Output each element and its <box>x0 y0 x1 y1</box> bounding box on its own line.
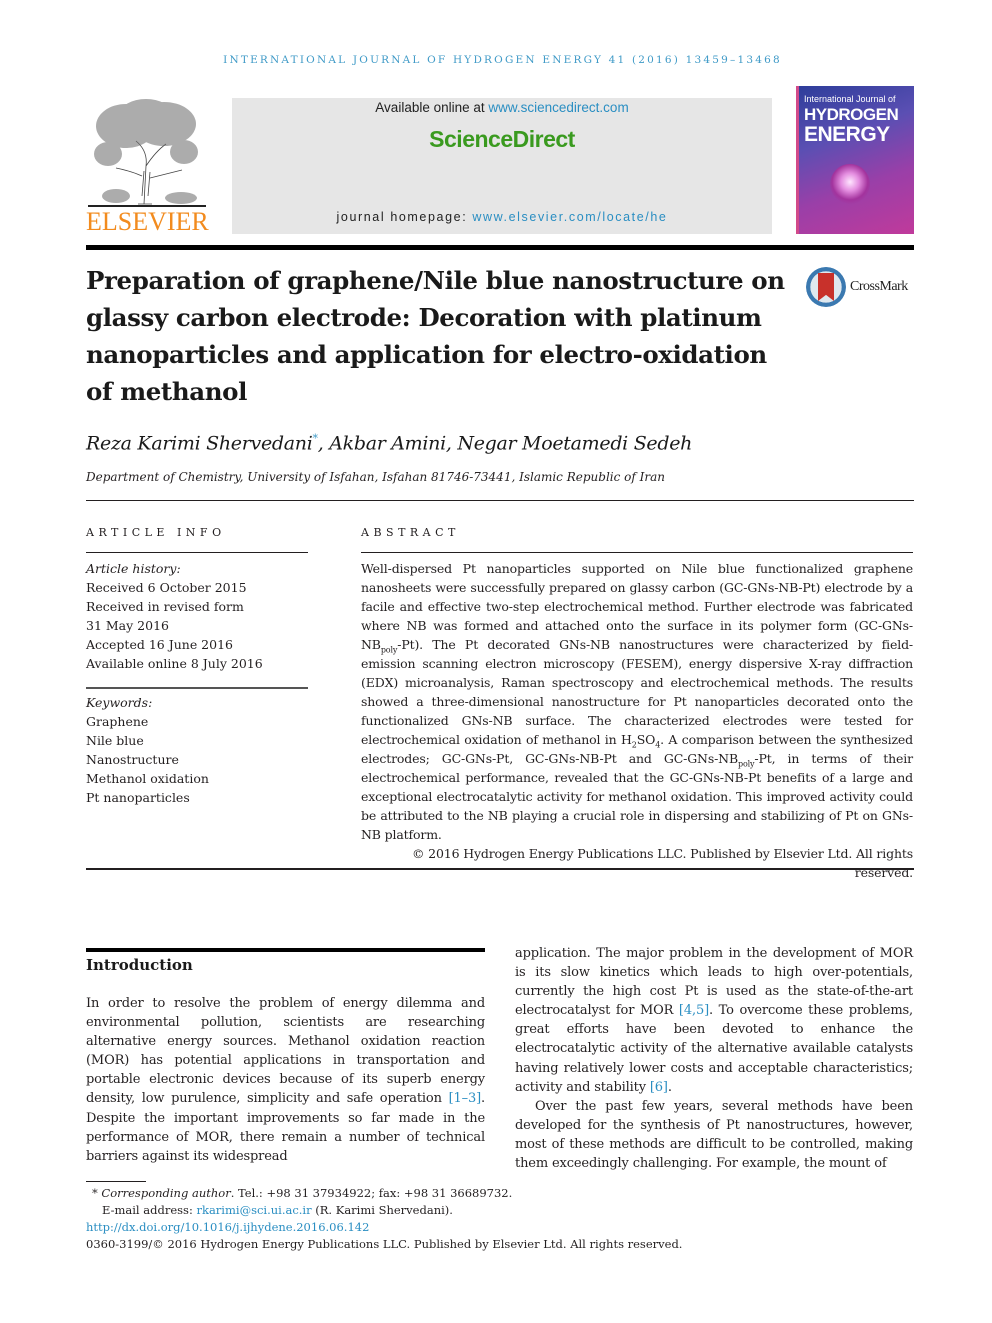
footnotes: * Corresponding author. Tel.: +98 31 379… <box>92 1185 712 1219</box>
running-head: INTERNATIONAL JOURNAL OF HYDROGEN ENERGY… <box>223 54 782 66</box>
cover-line-1: International Journal of <box>804 94 896 104</box>
article-info-rule <box>86 552 308 553</box>
doi-block: http://dx.doi.org/10.1016/j.ijhydene.201… <box>86 1219 726 1253</box>
keyword-item: Nanostructure <box>86 752 179 767</box>
sciencedirect-logo[interactable]: ScienceDirect <box>232 126 772 153</box>
keywords-rule <box>86 687 308 689</box>
cover-orb-graphic <box>830 164 870 204</box>
article-history-label: Article history: <box>86 561 181 576</box>
author-list: Reza Karimi Shervedani*, Akbar Amini, Ne… <box>86 432 692 454</box>
keywords: Keywords: Graphene Nile blue Nanostructu… <box>86 693 308 807</box>
author-separator: , <box>317 432 330 455</box>
crossmark-button[interactable]: CrossMark <box>806 267 916 311</box>
header-rule <box>86 245 914 250</box>
citation-link[interactable]: [4,5] <box>679 1003 709 1018</box>
section-rule <box>86 948 485 952</box>
history-item: Received in revised form <box>86 599 244 614</box>
abstract-end-rule <box>86 868 914 870</box>
email-link[interactable]: rkarimi@sci.ui.ac.ir <box>196 1203 311 1217</box>
cover-line-2: HYDROGEN <box>804 105 899 124</box>
affiliation: Department of Chemistry, University of I… <box>86 470 665 484</box>
abstract-rule <box>361 552 913 553</box>
introduction-heading: Introduction <box>86 956 193 974</box>
cover-line-3: ENERGY <box>804 123 890 146</box>
intro-left-column: In order to resolve the problem of energ… <box>86 996 485 1164</box>
keyword-item: Graphene <box>86 714 149 729</box>
journal-cover[interactable]: International Journal of HYDROGEN ENERGY <box>796 86 914 234</box>
keywords-label: Keywords: <box>86 695 153 710</box>
citation-link[interactable]: [6] <box>650 1080 668 1095</box>
keyword-item: Pt nanoparticles <box>86 790 190 805</box>
footnote-rule <box>86 1181 146 1182</box>
article-title: Preparation of graphene/Nile blue nanost… <box>86 266 785 406</box>
elsevier-wordmark: ELSEVIER <box>86 207 209 236</box>
article-info-label: ARTICLE INFO <box>86 526 226 539</box>
history-item: Received 6 October 2015 <box>86 580 247 595</box>
sciencedirect-link[interactable]: www.sciencedirect.com <box>488 100 628 115</box>
author-name[interactable]: Negar Moetamedi Sedeh <box>457 432 692 454</box>
journal-homepage-link[interactable]: www.elsevier.com/locate/he <box>472 210 667 224</box>
article-history: Article history: Received 6 October 2015… <box>86 559 308 673</box>
available-online-label: Available online at <box>375 100 489 115</box>
issn-copyright: 0360-3199/© 2016 Hydrogen Energy Publica… <box>86 1237 683 1251</box>
cover-stripe <box>796 86 799 234</box>
intro-paragraph: Over the past few years, several methods… <box>515 1098 913 1172</box>
author-name[interactable]: Akbar Amini <box>329 432 446 454</box>
sciencedirect-banner: Available online at www.sciencedirect.co… <box>232 98 772 234</box>
abstract-copyright: © 2016 Hydrogen Energy Publications LLC.… <box>411 846 913 880</box>
keyword-item: Methanol oxidation <box>86 771 209 786</box>
author-name[interactable]: Reza Karimi Shervedani <box>86 432 313 454</box>
author-separator: , <box>445 432 458 455</box>
journal-homepage-label: journal homepage: <box>336 210 473 224</box>
history-item: Available online 8 July 2016 <box>86 656 263 671</box>
intro-paragraph: application. The major problem in the de… <box>515 946 914 1095</box>
keyword-item: Nile blue <box>86 733 144 748</box>
intro-right-column: application. The major problem in the de… <box>515 944 913 1173</box>
doi-link[interactable]: http://dx.doi.org/10.1016/j.ijhydene.201… <box>86 1220 369 1234</box>
abstract-label: ABSTRACT <box>361 526 460 539</box>
affiliation-rule <box>86 500 914 501</box>
citation-link[interactable]: [1–3] <box>449 1091 482 1106</box>
abstract-paragraph: Well-dispersed Pt nanoparticles supporte… <box>361 561 913 842</box>
email-note: E-mail address: rkarimi@sci.ui.ac.ir (R.… <box>102 1203 453 1217</box>
history-item: Accepted 16 June 2016 <box>86 637 233 652</box>
journal-homepage: journal homepage: www.elsevier.com/locat… <box>232 210 772 224</box>
abstract-body: Well-dispersed Pt nanoparticles supporte… <box>361 559 913 882</box>
history-item: 31 May 2016 <box>86 618 169 633</box>
available-online: Available online at www.sciencedirect.co… <box>232 100 772 115</box>
corresponding-author-note: * Corresponding author. Tel.: +98 31 379… <box>92 1186 513 1200</box>
elsevier-tree-icon <box>88 99 206 207</box>
elsevier-logo[interactable]: ELSEVIER <box>86 86 209 236</box>
crossmark-label: CrossMark <box>850 279 908 294</box>
